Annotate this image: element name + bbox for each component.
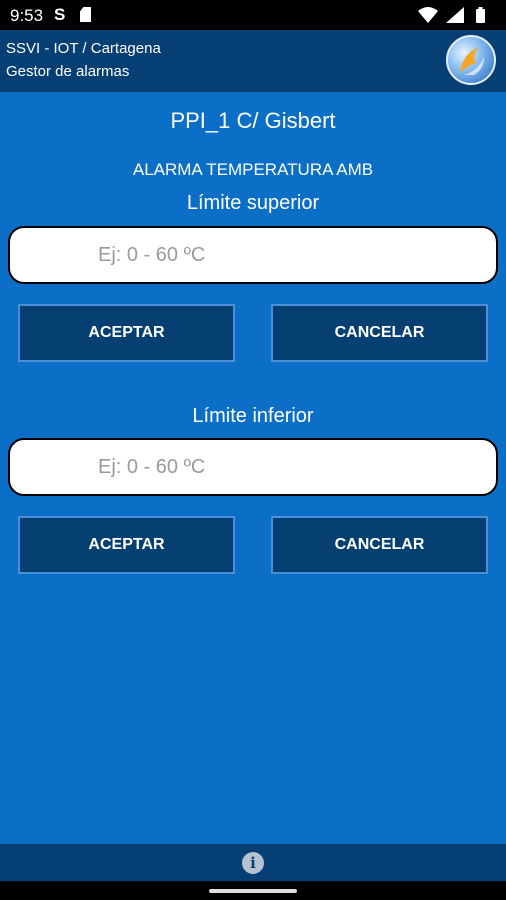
lower-limit-field[interactable] [8,438,498,496]
bottom-bar: i [0,844,506,881]
battery-icon [476,7,485,23]
upper-cancel-button[interactable]: CANCELAR [271,304,488,362]
app-logo-icon[interactable] [446,35,496,85]
navigation-bar [0,881,506,900]
app-title: SSVI - IOT / Cartagena [6,40,161,57]
lower-accept-button[interactable]: ACEPTAR [18,516,235,574]
alarm-type-label: ALARMA TEMPERATURA AMB [132,160,374,179]
wifi-icon [418,7,438,23]
page-title: PPI_1 C/ Gisbert [170,108,336,133]
upper-accept-button[interactable]: ACEPTAR [18,304,235,362]
info-icon[interactable]: i [242,852,264,874]
sd-card-icon [80,7,91,22]
app-subtitle: Gestor de alarmas [6,63,130,80]
home-gesture-handle[interactable] [209,889,297,893]
app-bar: SSVI - IOT / Cartagena Gestor de alarmas [0,30,506,92]
main-content: PPI_1 C/ Gisbert ALARMA TEMPERATURA AMB … [0,92,506,844]
lower-cancel-button[interactable]: CANCELAR [271,516,488,574]
lower-limit-input[interactable] [98,440,478,494]
status-time: 9:53 [10,6,44,25]
upper-limit-label: Límite superior [186,192,320,214]
status-bar: 9:53 S [0,0,506,30]
lower-limit-label: Límite inferior [192,405,314,427]
upper-limit-input[interactable] [98,228,478,282]
signal-icon [446,7,464,23]
s-notification-icon: S [54,5,66,24]
status-icons [418,6,496,24]
upper-limit-field[interactable] [8,226,498,284]
